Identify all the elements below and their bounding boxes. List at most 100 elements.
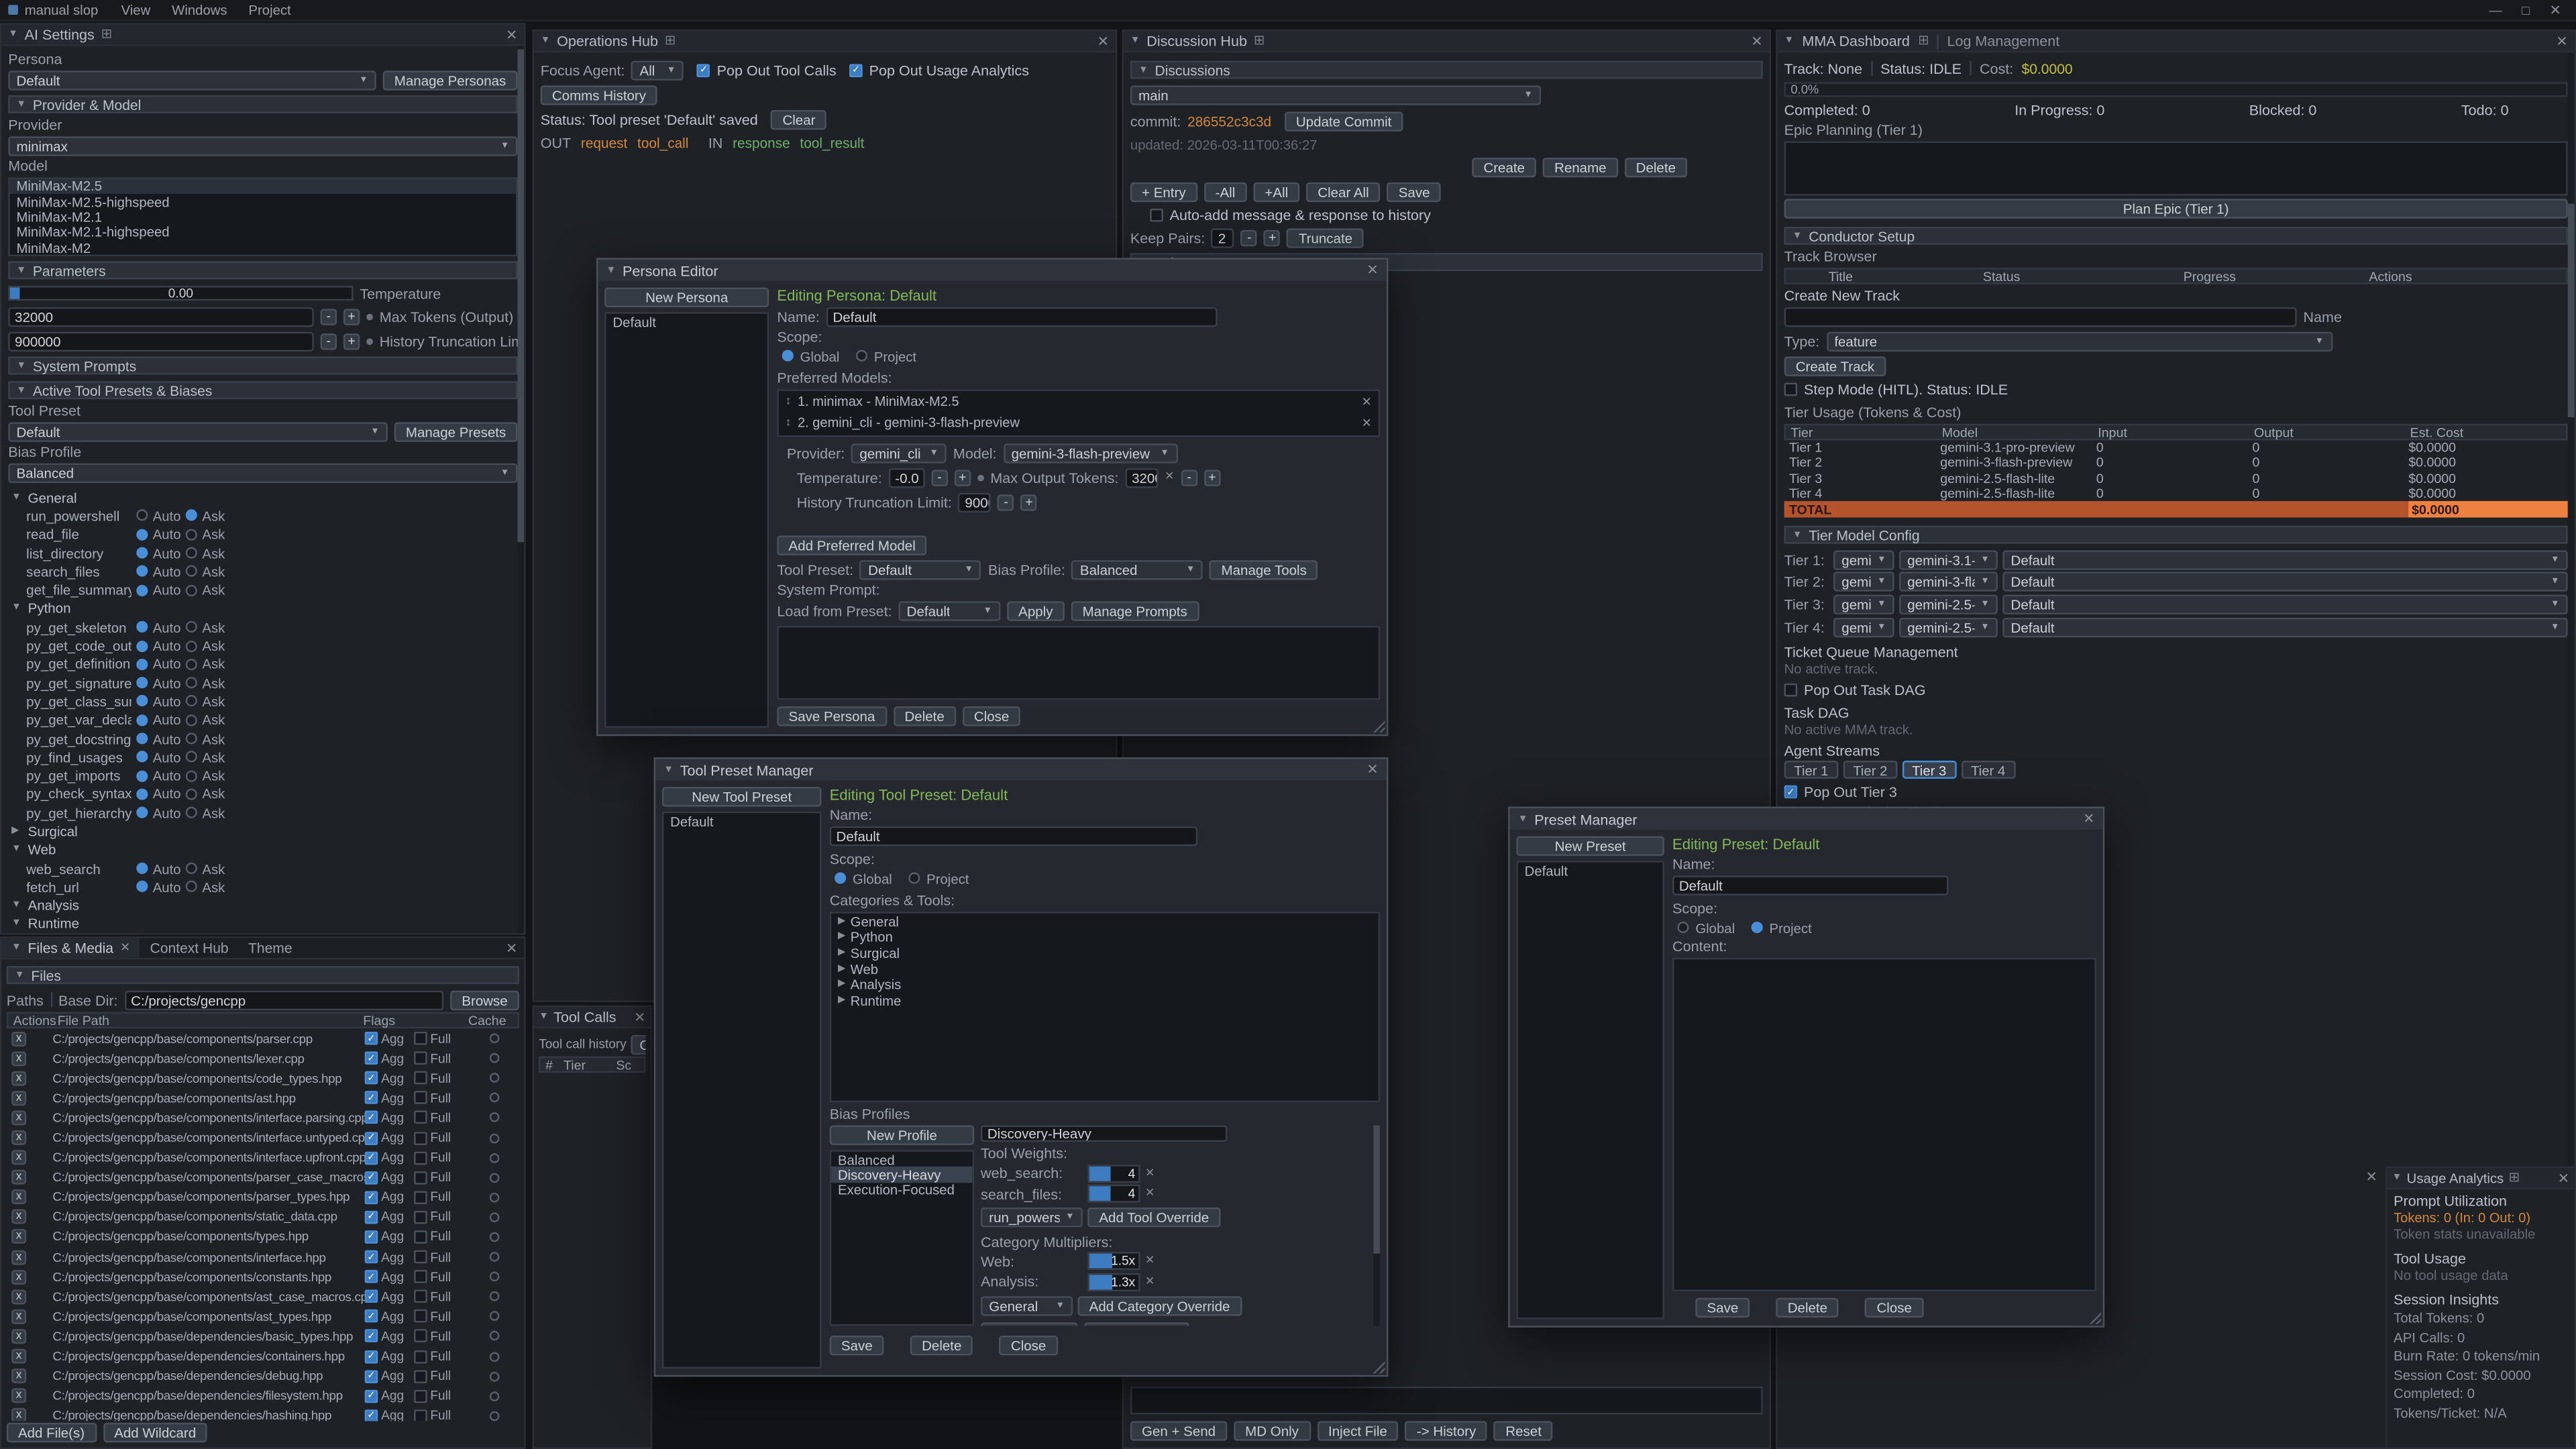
remove-file-button[interactable]: x bbox=[11, 1349, 26, 1364]
ask-radio[interactable] bbox=[186, 566, 197, 577]
tool-row[interactable]: fetch_url Auto Ask bbox=[8, 877, 517, 896]
persona-name-input[interactable]: Default bbox=[826, 307, 1218, 326]
delete-button[interactable]: Delete bbox=[910, 1336, 973, 1355]
remove-file-button[interactable]: x bbox=[11, 1389, 26, 1403]
agg-checkbox[interactable] bbox=[365, 1350, 378, 1363]
discussion-select[interactable]: main bbox=[1130, 85, 1541, 105]
full-checkbox[interactable] bbox=[414, 1211, 427, 1224]
popout-icon[interactable] bbox=[665, 34, 676, 48]
ask-radio[interactable] bbox=[186, 510, 197, 521]
minimize-icon[interactable]: — bbox=[2489, 3, 2502, 17]
tool-row[interactable]: ▼ General Auto Ask bbox=[8, 488, 517, 506]
remove-file-button[interactable]: x bbox=[11, 1190, 26, 1205]
tab-log-management[interactable]: Log Management bbox=[1947, 33, 2060, 49]
collapse-icon[interactable] bbox=[539, 1012, 549, 1022]
track-type-select[interactable]: feature bbox=[1826, 331, 2332, 350]
remove-file-button[interactable]: x bbox=[11, 1170, 26, 1185]
model-option[interactable]: MiniMax-M2.5 bbox=[10, 178, 516, 194]
persona-select[interactable]: Default bbox=[8, 70, 376, 89]
chevron-right-icon[interactable] bbox=[838, 964, 845, 974]
collapse-icon[interactable] bbox=[541, 36, 551, 46]
composer-button[interactable]: Reset bbox=[1494, 1420, 1553, 1440]
cache-indicator-icon[interactable] bbox=[490, 1073, 500, 1083]
tier-preset-select[interactable]: Default bbox=[2002, 594, 2567, 614]
expand-all-button[interactable]: +All bbox=[1253, 182, 1299, 201]
ask-radio[interactable] bbox=[186, 659, 197, 670]
close-icon[interactable] bbox=[1366, 763, 1378, 777]
temperature-slider[interactable]: 0.00 bbox=[8, 286, 353, 301]
create-discussion-button[interactable]: Create bbox=[1472, 157, 1536, 176]
category-row[interactable]: Python bbox=[831, 929, 1379, 945]
maximize-icon[interactable]: □ bbox=[2522, 3, 2530, 17]
ask-radio[interactable] bbox=[186, 584, 197, 596]
remove-multiplier-icon[interactable] bbox=[1145, 1276, 1155, 1287]
new-preset-button[interactable]: New Preset bbox=[1516, 837, 1664, 856]
agg-checkbox[interactable] bbox=[365, 1071, 378, 1085]
remove-weight-icon[interactable] bbox=[1145, 1188, 1155, 1199]
auto-radio[interactable] bbox=[136, 807, 148, 818]
model-option[interactable]: MiniMax-M2 bbox=[10, 240, 516, 256]
category-row[interactable]: Web bbox=[831, 961, 1379, 976]
full-checkbox[interactable] bbox=[414, 1091, 427, 1105]
menu-item[interactable]: View bbox=[121, 1, 151, 17]
full-checkbox[interactable] bbox=[414, 1370, 427, 1383]
chevron-icon[interactable]: ▼ bbox=[11, 845, 23, 855]
tool-preset-manager-titlebar[interactable]: Tool Preset Manager bbox=[655, 759, 1387, 780]
chevron-icon[interactable]: ▼ bbox=[11, 900, 23, 910]
close-icon[interactable] bbox=[2083, 812, 2094, 826]
ask-radio[interactable] bbox=[186, 696, 197, 707]
tool-row[interactable]: py_check_syntax Auto Ask bbox=[8, 785, 517, 804]
full-checkbox[interactable] bbox=[414, 1310, 427, 1324]
new-persona-button[interactable]: New Persona bbox=[604, 288, 769, 307]
tier-model-select[interactable]: gemini-3-flash-preview bbox=[1899, 572, 1998, 592]
ask-radio[interactable] bbox=[186, 881, 197, 893]
tier-preset-select[interactable]: Default bbox=[2002, 572, 2567, 592]
tool-preset-list-item[interactable]: Default bbox=[663, 813, 820, 828]
category-row[interactable]: Analysis bbox=[831, 977, 1379, 992]
ask-radio[interactable] bbox=[186, 621, 197, 633]
conductor-setup-section-header[interactable]: Conductor Setup bbox=[1784, 227, 2568, 245]
remove-file-button[interactable]: x bbox=[11, 1309, 26, 1324]
menu-item[interactable]: Windows bbox=[172, 1, 227, 17]
cache-indicator-icon[interactable] bbox=[490, 1093, 500, 1103]
reorder-icon[interactable] bbox=[786, 396, 792, 407]
decrement-button[interactable] bbox=[321, 308, 337, 324]
model-option[interactable]: MiniMax-M2.1 bbox=[10, 209, 516, 225]
cache-indicator-icon[interactable] bbox=[490, 1252, 500, 1262]
tier-provider-select[interactable]: gemini bbox=[1833, 550, 1894, 570]
tab-theme[interactable]: Theme bbox=[238, 938, 302, 957]
truncate-button[interactable]: Truncate bbox=[1287, 227, 1364, 247]
clear-icon[interactable] bbox=[1165, 472, 1174, 483]
tool-row[interactable]: py_get_code_outline Auto Ask bbox=[8, 637, 517, 655]
cache-indicator-icon[interactable] bbox=[490, 1371, 500, 1381]
category-row[interactable]: Surgical bbox=[831, 945, 1379, 961]
category-row[interactable]: Runtime bbox=[831, 992, 1379, 1008]
ask-radio[interactable] bbox=[186, 640, 197, 651]
chevron-right-icon[interactable] bbox=[838, 979, 845, 989]
close-icon[interactable] bbox=[1097, 34, 1109, 48]
full-checkbox[interactable] bbox=[414, 1171, 427, 1184]
base-dir-input[interactable]: C:/projects/gencpp bbox=[124, 990, 443, 1010]
cache-indicator-icon[interactable] bbox=[490, 1332, 500, 1342]
close-icon[interactable] bbox=[1366, 263, 1378, 277]
remove-weight-icon[interactable] bbox=[1145, 1167, 1155, 1179]
increment-button[interactable] bbox=[1204, 469, 1220, 485]
persona-list-item[interactable]: Default bbox=[606, 314, 767, 329]
increment-button[interactable] bbox=[1021, 494, 1037, 510]
max-output-input[interactable]: 32000 bbox=[1125, 468, 1158, 487]
composer-button[interactable]: Inject File bbox=[1317, 1420, 1399, 1440]
tool-override-select[interactable]: run_powershell bbox=[981, 1208, 1083, 1227]
cache-indicator-icon[interactable] bbox=[490, 1212, 500, 1222]
tool-preset-select[interactable]: Default bbox=[860, 559, 981, 579]
close-button[interactable]: Close bbox=[1000, 1336, 1058, 1355]
ask-radio[interactable] bbox=[186, 807, 197, 818]
chevron-icon[interactable]: ▼ bbox=[11, 492, 23, 502]
bias-profile-select[interactable]: Balanced bbox=[1072, 559, 1203, 579]
close-button[interactable]: Close bbox=[1865, 1297, 1923, 1316]
popout-icon[interactable] bbox=[1254, 34, 1265, 48]
agg-checkbox[interactable] bbox=[365, 1230, 378, 1244]
cache-indicator-icon[interactable] bbox=[490, 1311, 500, 1322]
discussions-section-header[interactable]: Discussions bbox=[1130, 61, 1763, 79]
delete-button[interactable]: Delete bbox=[1776, 1297, 1839, 1316]
remove-model-icon[interactable] bbox=[1361, 396, 1371, 408]
